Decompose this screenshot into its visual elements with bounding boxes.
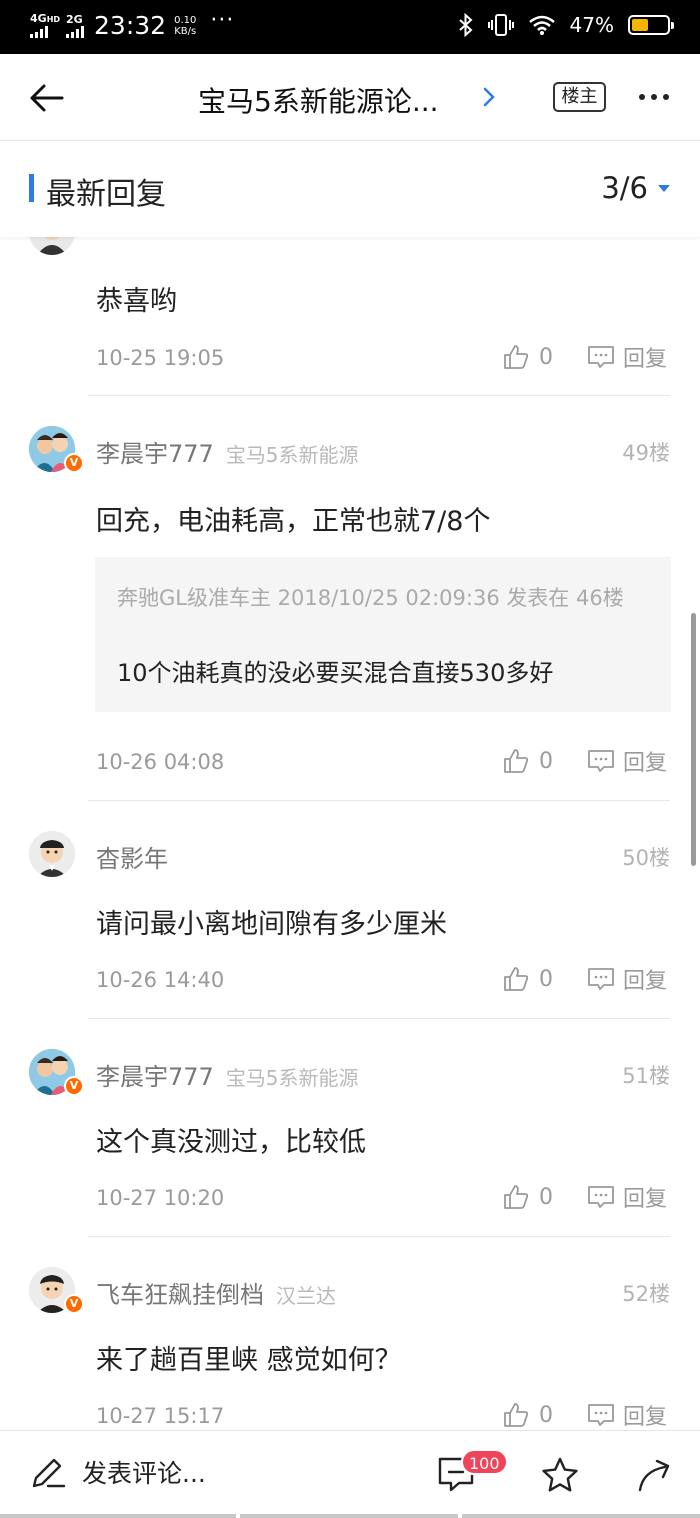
quote-meta: 奔驰GL级准车主 2018/10/25 02:09:36 发表在 46楼 [117,586,624,610]
verified-v-icon: V [64,1294,84,1314]
reply-content: 恭喜哟 [96,286,177,317]
page-indicator: 3/6 [601,171,648,205]
reply-item: V 李晨宇777 宝马5系新能源 51楼 这个真没测过，比较低 10-27 10:… [0,1019,700,1237]
wifi-icon [528,15,555,35]
verified-v-icon: V [64,1076,84,1096]
clock: 23:32 [94,11,167,40]
like-button[interactable]: 0 [503,1184,553,1210]
comment-icon [588,1186,614,1208]
reply-time: 10-26 14:40 [96,968,225,992]
thumbs-up-icon [504,1185,529,1209]
like-button[interactable]: 0 [503,748,553,774]
signal-bars-icon [66,25,85,38]
verified-v-icon: V [64,453,84,473]
reply-time: 10-27 10:20 [96,1186,225,1210]
floor-number: 50楼 [622,846,670,870]
back-arrow-icon[interactable] [26,78,66,118]
section-accent-bar [29,174,34,202]
reply-item: V 飞车狂飙挂倒档 汉兰达 52楼 来了趟百里峡 感觉如何？ 10-27 15:1… [0,1237,700,1430]
avatar[interactable] [29,831,75,877]
bluetooth-icon [458,13,473,37]
username[interactable]: 李晨宇777 [96,440,214,468]
compose-label: 发表评论... [82,1459,206,1488]
comment-icon [588,346,614,368]
share-arrow-icon[interactable] [637,1457,673,1493]
page-selector[interactable]: 3/6 [601,171,670,205]
floor-number: 52楼 [622,1282,670,1306]
pencil-icon [32,1458,66,1488]
nav-indicator-segment [462,1514,700,1518]
reply-button[interactable]: 回复 [587,745,667,777]
user-tag: 汉兰达 [276,1284,336,1308]
reply-content: 来了趟百里峡 感觉如何？ [96,1345,402,1376]
reply-time: 10-27 15:17 [96,1404,225,1428]
nav-indicator-segment [240,1514,458,1518]
reply-button[interactable]: 回复 [587,1181,667,1213]
section-header: 最新回复 3/6 [0,141,700,237]
quote-text: 10个油耗真的没必要买混合直接530多好 [117,659,554,687]
dropdown-triangle-icon [658,184,670,192]
user-tag: 宝马5系新能源 [225,1066,359,1090]
reply-button[interactable]: 回复 [587,1399,667,1430]
more-menu-icon[interactable] [638,92,670,102]
bottom-action-bar: 发表评论... 100 [0,1430,700,1518]
reply-time: 10-26 04:08 [96,750,225,774]
like-count: 0 [539,1402,553,1428]
like-count: 0 [539,966,553,992]
battery-percentage: 47% [569,13,614,37]
quoted-reply[interactable]: 奔驰GL级准车主 2018/10/25 02:09:36 发表在 46楼 10个… [95,557,671,712]
vibrate-icon [487,14,514,36]
scrollbar[interactable] [691,613,696,866]
nav-indicator-segment [0,1514,236,1518]
like-button[interactable]: 0 [503,966,553,992]
reply-content: 回充，电油耗高，正常也就7/8个 [96,506,491,537]
user-tag: 宝马5系新能源 [225,443,359,467]
battery-icon [628,15,674,35]
username[interactable]: 李晨宇777 [96,1063,214,1091]
floor-number: 49楼 [622,441,670,465]
section-title: 最新回复 [46,177,166,212]
avatar[interactable] [29,237,75,255]
mobile-signal-1: 4GHD [30,13,60,38]
comment-count-badge: 100 [461,1449,508,1475]
floor-number: 51楼 [622,1064,670,1088]
chevron-right-icon[interactable] [480,82,498,112]
network-speed: 0.10 KB/s [174,14,197,37]
top-nav-bar: 宝马5系新能源论... 楼主 [0,54,700,141]
reply-content: 请问最小离地间隙有多少厘米 [96,909,447,940]
username[interactable]: 杳影年 [96,845,168,873]
status-bar: 4GHD 2G 23:32 0.10 KB/s ··· 47% [0,0,700,54]
reply-item: 杳影年 50楼 请问最小离地间隙有多少厘米 10-26 14:40 0 回复 [0,801,700,1019]
mobile-signal-2: 2G [66,14,85,38]
reply-list[interactable]: 恭喜哟 10-25 19:05 0 回复 V 李晨宇777 宝马5系新能源 49楼… [0,237,700,1430]
compose-comment-button[interactable]: 发表评论... [30,1454,206,1490]
comment-icon [588,1404,614,1426]
comment-icon [588,968,614,990]
like-button[interactable]: 0 [503,1402,553,1428]
only-owner-button[interactable]: 楼主 [553,82,606,112]
like-count: 0 [539,748,553,774]
reply-button[interactable]: 回复 [587,963,667,995]
reply-content: 这个真没测过，比较低 [96,1127,366,1158]
signal-bars-icon [30,26,48,38]
reply-time: 10-25 19:05 [96,346,225,370]
reply-button[interactable]: 回复 [587,341,667,373]
thumbs-up-icon [504,345,529,369]
thumbs-up-icon [504,967,529,991]
more-notifications-icon: ··· [210,7,235,33]
reply-item: 恭喜哟 10-25 19:05 0 回复 [0,237,700,397]
like-count: 0 [539,344,553,370]
thumbs-up-icon [504,1403,529,1427]
username[interactable]: 飞车狂飙挂倒档 [96,1281,264,1309]
like-button[interactable]: 0 [503,344,553,370]
forum-title[interactable]: 宝马5系新能源论... [198,80,439,120]
star-favorite-icon[interactable] [541,1457,579,1493]
thumbs-up-icon [504,749,529,773]
comment-icon [588,750,614,772]
like-count: 0 [539,1184,553,1210]
reply-item: V 李晨宇777 宝马5系新能源 49楼 回充，电油耗高，正常也就7/8个 奔驰G… [0,397,700,801]
